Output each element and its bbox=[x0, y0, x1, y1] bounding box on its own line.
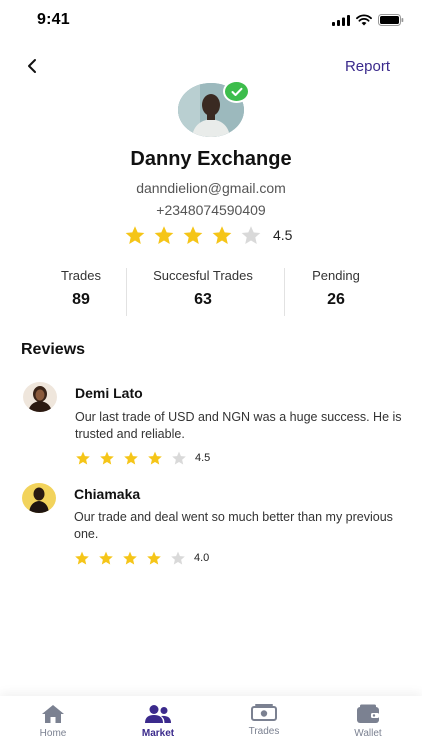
tab-home[interactable]: Home bbox=[18, 704, 88, 739]
stat-pending: Pending 26 bbox=[296, 268, 376, 318]
star-empty-icon bbox=[172, 451, 186, 465]
verified-badge bbox=[223, 80, 250, 103]
status-bar: 9:41 bbox=[0, 0, 422, 44]
chevron-left-icon bbox=[28, 59, 36, 73]
stats-row: Trades 89 Succesful Trades 63 Pending 26 bbox=[0, 268, 422, 318]
star-filled-icon bbox=[148, 451, 162, 465]
star-filled-icon bbox=[123, 551, 137, 565]
status-icons bbox=[332, 14, 404, 26]
star-filled-icon bbox=[76, 451, 90, 465]
star-filled-icon bbox=[212, 226, 232, 244]
star-rating bbox=[75, 450, 195, 466]
review-item: Demi Lato Our last trade of USD and NGN … bbox=[0, 380, 422, 470]
stat-successful-trades: Succesful Trades 63 bbox=[138, 268, 268, 318]
reviews-title: Reviews bbox=[21, 341, 86, 358]
profile-phone: +2348074590409 bbox=[156, 202, 266, 218]
profile-name: Danny Exchange bbox=[130, 148, 292, 170]
stat-label: Pending bbox=[312, 268, 360, 283]
tab-wallet[interactable]: Wallet bbox=[333, 704, 403, 739]
wallet-icon bbox=[357, 704, 379, 723]
stat-value: 63 bbox=[194, 291, 212, 308]
review-rating: 4.0 bbox=[74, 550, 209, 566]
star-filled-icon bbox=[125, 226, 145, 244]
star-empty-icon bbox=[241, 226, 261, 244]
home-icon bbox=[42, 705, 64, 723]
review-item: Chiamaka Our trade and deal went so much… bbox=[0, 481, 422, 571]
stat-trades: Trades 89 bbox=[42, 268, 120, 318]
review-author: Demi Lato bbox=[75, 385, 143, 401]
stat-label: Trades bbox=[61, 268, 101, 283]
stats-divider bbox=[284, 268, 285, 316]
star-filled-icon bbox=[147, 551, 161, 565]
stat-value: 26 bbox=[327, 291, 345, 308]
stat-label: Succesful Trades bbox=[153, 268, 253, 283]
money-icon bbox=[251, 704, 277, 721]
bottom-tab-bar: Home Market Trades Wallet bbox=[0, 696, 422, 750]
tab-trades[interactable]: Trades bbox=[229, 704, 299, 737]
tab-label: Market bbox=[141, 728, 175, 739]
review-rating: 4.5 bbox=[75, 450, 210, 466]
check-icon bbox=[231, 87, 242, 96]
review-rating-value: 4.0 bbox=[194, 552, 210, 564]
wifi-icon bbox=[356, 14, 372, 26]
star-rating bbox=[74, 550, 194, 566]
profile-email: danndielion@gmail.com bbox=[136, 180, 286, 196]
star-filled-icon bbox=[124, 451, 138, 465]
star-empty-icon bbox=[171, 551, 185, 565]
review-avatar bbox=[23, 382, 57, 412]
review-text: Our last trade of USD and NGN was a huge… bbox=[75, 410, 402, 441]
star-filled-icon bbox=[154, 226, 174, 244]
signal-icon bbox=[332, 14, 350, 26]
back-button[interactable] bbox=[18, 52, 46, 80]
stat-value: 89 bbox=[72, 291, 90, 308]
review-author: Chiamaka bbox=[74, 486, 141, 502]
review-rating-value: 4.5 bbox=[195, 452, 211, 464]
rating-value: 4.5 bbox=[273, 227, 293, 243]
tab-label: Home bbox=[39, 728, 67, 739]
star-rating bbox=[124, 224, 269, 246]
star-filled-icon bbox=[75, 551, 89, 565]
tab-label: Trades bbox=[248, 726, 280, 737]
profile-rating: 4.5 bbox=[124, 224, 292, 246]
profile-avatar-container bbox=[178, 80, 250, 137]
status-time: 9:41 bbox=[37, 11, 70, 28]
report-link[interactable]: Report bbox=[345, 58, 390, 75]
battery-icon bbox=[378, 14, 404, 26]
review-avatar bbox=[22, 483, 56, 513]
star-filled-icon bbox=[100, 451, 114, 465]
stats-divider bbox=[126, 268, 127, 316]
tab-label: Wallet bbox=[354, 728, 382, 739]
review-text: Our trade and deal went so much better t… bbox=[74, 510, 393, 541]
star-filled-icon bbox=[183, 226, 203, 244]
tab-market[interactable]: Market bbox=[123, 704, 193, 739]
users-icon bbox=[145, 705, 171, 723]
star-filled-icon bbox=[99, 551, 113, 565]
